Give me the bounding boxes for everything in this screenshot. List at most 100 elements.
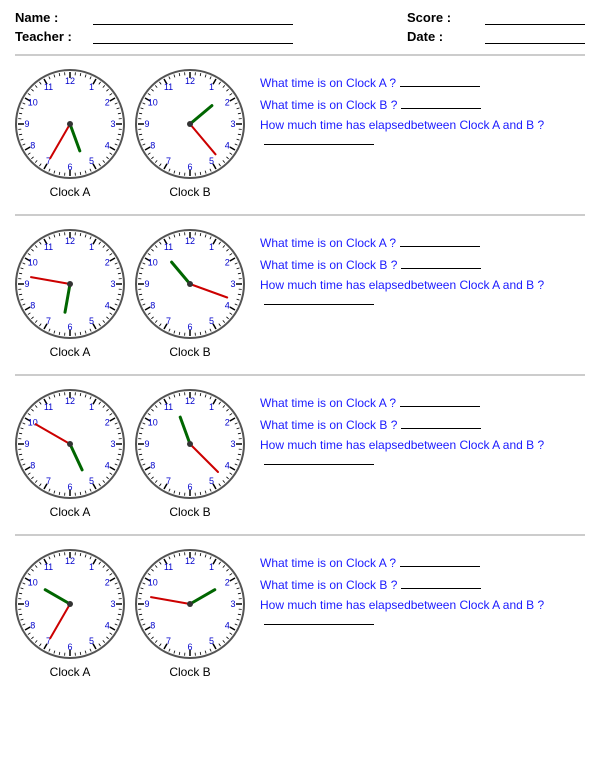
clocks-section-2: 121234567891011 Clock A 121234567891011 … [15, 229, 245, 359]
svg-text:8: 8 [150, 621, 155, 631]
svg-text:12: 12 [65, 396, 75, 406]
question-2-3: What time is on Clock B ? [260, 416, 585, 432]
svg-text:7: 7 [166, 156, 171, 166]
svg-text:11: 11 [44, 82, 53, 92]
answer-1-4[interactable] [400, 554, 480, 567]
svg-text:5: 5 [209, 316, 214, 326]
svg-text:9: 9 [144, 439, 149, 449]
svg-text:5: 5 [209, 636, 214, 646]
svg-text:4: 4 [225, 461, 230, 471]
clock-b-face-3: 121234567891011 [135, 389, 245, 502]
svg-text:2: 2 [105, 578, 110, 588]
answer-3-4[interactable] [264, 612, 374, 625]
svg-text:9: 9 [24, 599, 29, 609]
divider-1 [15, 214, 585, 216]
svg-text:9: 9 [144, 599, 149, 609]
svg-text:10: 10 [148, 418, 158, 428]
score-label: Score : [407, 10, 477, 25]
clock-row-4: 121234567891011 Clock A 121234567891011 … [15, 544, 585, 684]
question-1-3: What time is on Clock A ? [260, 394, 585, 410]
svg-text:3: 3 [230, 439, 235, 449]
svg-text:10: 10 [28, 418, 38, 428]
teacher-input-line [93, 30, 293, 44]
clock-row-3: 121234567891011 Clock A 121234567891011 … [15, 384, 585, 524]
clock-b-container-4: 121234567891011 Clock B [135, 549, 245, 679]
svg-text:4: 4 [225, 621, 230, 631]
svg-text:12: 12 [185, 76, 195, 86]
clock-b-label-4: Clock B [169, 665, 210, 679]
answer-1-2[interactable] [400, 234, 480, 247]
clock-b-label-2: Clock B [169, 345, 210, 359]
svg-text:6: 6 [67, 162, 72, 172]
svg-text:7: 7 [46, 316, 51, 326]
answer-2-3[interactable] [401, 416, 481, 429]
svg-text:5: 5 [89, 636, 94, 646]
svg-text:11: 11 [44, 562, 53, 572]
svg-text:8: 8 [30, 141, 35, 151]
svg-text:1: 1 [209, 402, 214, 412]
svg-text:3: 3 [110, 439, 115, 449]
question-2-1: What time is on Clock B ? [260, 96, 585, 112]
svg-text:1: 1 [89, 562, 94, 572]
svg-text:12: 12 [65, 556, 75, 566]
clock-b-face-1: 121234567891011 [135, 69, 245, 182]
clock-a-face-1: 121234567891011 [15, 69, 125, 182]
answer-2-4[interactable] [401, 576, 481, 589]
clock-row-2: 121234567891011 Clock A 121234567891011 … [15, 224, 585, 364]
clock-a-face-2: 121234567891011 [15, 229, 125, 342]
svg-text:6: 6 [187, 322, 192, 332]
svg-text:10: 10 [148, 98, 158, 108]
svg-text:6: 6 [67, 322, 72, 332]
svg-text:2: 2 [225, 98, 230, 108]
answer-2-2[interactable] [401, 256, 481, 269]
clock-a-label-2: Clock A [50, 345, 91, 359]
divider-2 [15, 374, 585, 376]
clock-a-container-3: 121234567891011 Clock A [15, 389, 125, 519]
clocks-section-3: 121234567891011 Clock A 121234567891011 … [15, 389, 245, 519]
svg-text:2: 2 [105, 98, 110, 108]
question-3-3: How much time has elapsed between Clock … [260, 438, 585, 465]
clock-a-label-4: Clock A [50, 665, 91, 679]
clock-b-container-3: 121234567891011 Clock B [135, 389, 245, 519]
svg-text:11: 11 [164, 402, 173, 412]
svg-text:7: 7 [166, 636, 171, 646]
svg-text:3: 3 [230, 599, 235, 609]
svg-text:4: 4 [105, 461, 110, 471]
clock-b-label-1: Clock B [169, 185, 210, 199]
clock-pair-1: 121234567891011 Clock A 121234567891011 … [15, 69, 245, 199]
question-3-4: How much time has elapsed between Clock … [260, 598, 585, 625]
svg-text:1: 1 [209, 82, 214, 92]
svg-text:11: 11 [164, 242, 173, 252]
clock-row-1: 121234567891011 Clock A 121234567891011 … [15, 64, 585, 204]
svg-text:3: 3 [110, 599, 115, 609]
answer-3-2[interactable] [264, 292, 374, 305]
answer-3-1[interactable] [264, 132, 374, 145]
answer-1-3[interactable] [400, 394, 480, 407]
svg-text:2: 2 [105, 258, 110, 268]
questions-section-1: What time is on Clock A ? What time is o… [260, 69, 585, 151]
svg-text:7: 7 [166, 316, 171, 326]
questions-section-2: What time is on Clock A ? What time is o… [260, 229, 585, 311]
svg-text:11: 11 [164, 562, 173, 572]
answer-2-1[interactable] [401, 96, 481, 109]
questions-section-4: What time is on Clock A ? What time is o… [260, 549, 585, 631]
svg-text:3: 3 [230, 119, 235, 129]
svg-text:6: 6 [187, 642, 192, 652]
svg-text:4: 4 [225, 141, 230, 151]
svg-text:6: 6 [187, 482, 192, 492]
clock-a-label-3: Clock A [50, 505, 91, 519]
question-1-4: What time is on Clock A ? [260, 554, 585, 570]
svg-text:4: 4 [105, 141, 110, 151]
svg-text:8: 8 [150, 141, 155, 151]
svg-text:5: 5 [209, 476, 214, 486]
svg-text:1: 1 [209, 242, 214, 252]
answer-1-1[interactable] [400, 74, 480, 87]
question-1-1: What time is on Clock A ? [260, 74, 585, 90]
svg-text:7: 7 [46, 476, 51, 486]
answer-3-3[interactable] [264, 452, 374, 465]
svg-text:8: 8 [30, 301, 35, 311]
svg-text:12: 12 [65, 76, 75, 86]
header-section: Name : Score : Teacher : Date : [15, 10, 585, 44]
question-3-1: How much time has elapsed between Clock … [260, 118, 585, 145]
svg-text:8: 8 [30, 461, 35, 471]
